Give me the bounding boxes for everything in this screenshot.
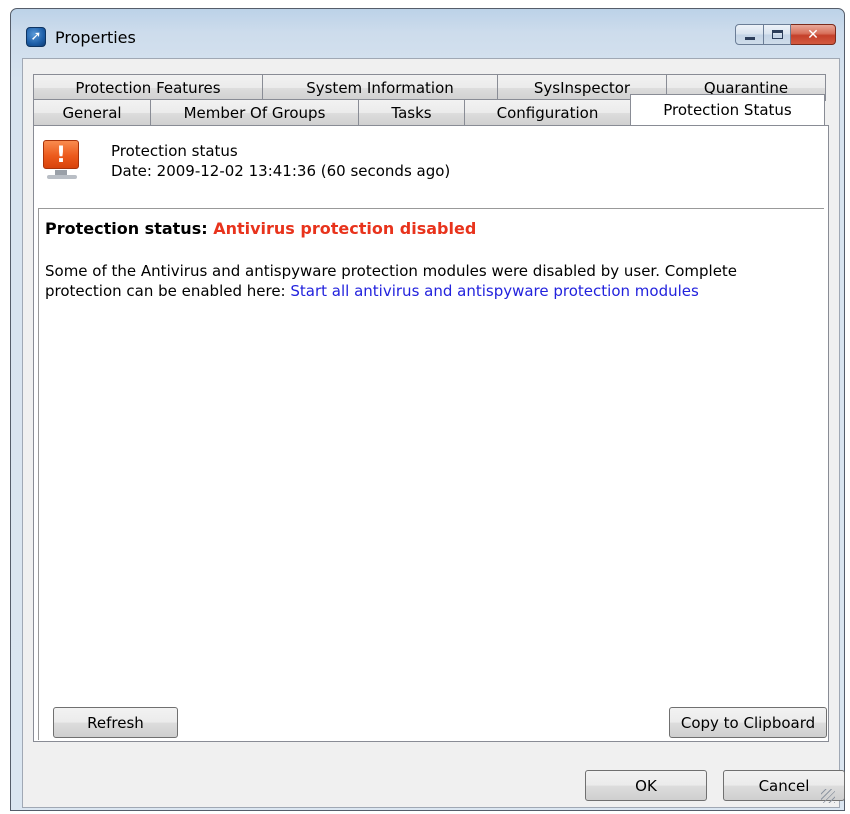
properties-window: ➚ Properties ✕ Protection Features Syste…	[10, 8, 845, 811]
tab-row-front: General Member Of Groups Tasks Configura…	[33, 94, 825, 127]
tab-configuration[interactable]: Configuration	[464, 99, 631, 126]
tab-general[interactable]: General	[33, 99, 151, 126]
status-date: Date: 2009-12-02 13:41:36 (60 seconds ag…	[111, 162, 451, 180]
refresh-button[interactable]: Refresh	[53, 707, 178, 738]
tab-tasks[interactable]: Tasks	[358, 99, 465, 126]
app-icon: ➚	[26, 27, 46, 47]
tab-protection-features[interactable]: Protection Features	[33, 74, 263, 101]
tab-protection-status[interactable]: Protection Status	[630, 94, 825, 125]
status-report-view[interactable]: Protection status: Antivirus protection …	[38, 208, 824, 740]
report-heading-value: Antivirus protection disabled	[213, 219, 477, 238]
maximize-button[interactable]	[764, 24, 791, 45]
minimize-icon	[744, 36, 755, 40]
monitor-base	[47, 175, 77, 179]
warning-monitor-icon: !	[43, 140, 85, 183]
copy-to-clipboard-button[interactable]: Copy to Clipboard	[669, 707, 827, 738]
report-heading-label: Protection status:	[45, 219, 208, 238]
maximize-icon	[771, 30, 783, 39]
monitor-screen: !	[43, 140, 79, 169]
report-heading: Protection status: Antivirus protection …	[45, 219, 476, 238]
report-body: Some of the Antivirus and antispyware pr…	[45, 261, 815, 301]
close-icon: ✕	[807, 26, 819, 43]
minimize-button[interactable]	[735, 24, 764, 45]
protection-status-panel: ! Protection status Date: 2009-12-02 13:…	[33, 125, 829, 742]
dialog-client-area: Protection Features System Information S…	[22, 58, 845, 808]
ok-button[interactable]: OK	[585, 770, 707, 801]
window-title: Properties	[55, 28, 136, 47]
tab-system-information[interactable]: System Information	[262, 74, 498, 101]
status-title: Protection status	[111, 142, 238, 160]
resize-grip-icon[interactable]	[821, 789, 835, 803]
close-button[interactable]: ✕	[791, 24, 836, 45]
tab-member-of-groups[interactable]: Member Of Groups	[150, 99, 359, 126]
title-bar[interactable]: ➚ Properties ✕	[11, 9, 844, 65]
caption-buttons: ✕	[735, 24, 836, 45]
start-protection-link[interactable]: Start all antivirus and antispyware prot…	[290, 282, 698, 300]
